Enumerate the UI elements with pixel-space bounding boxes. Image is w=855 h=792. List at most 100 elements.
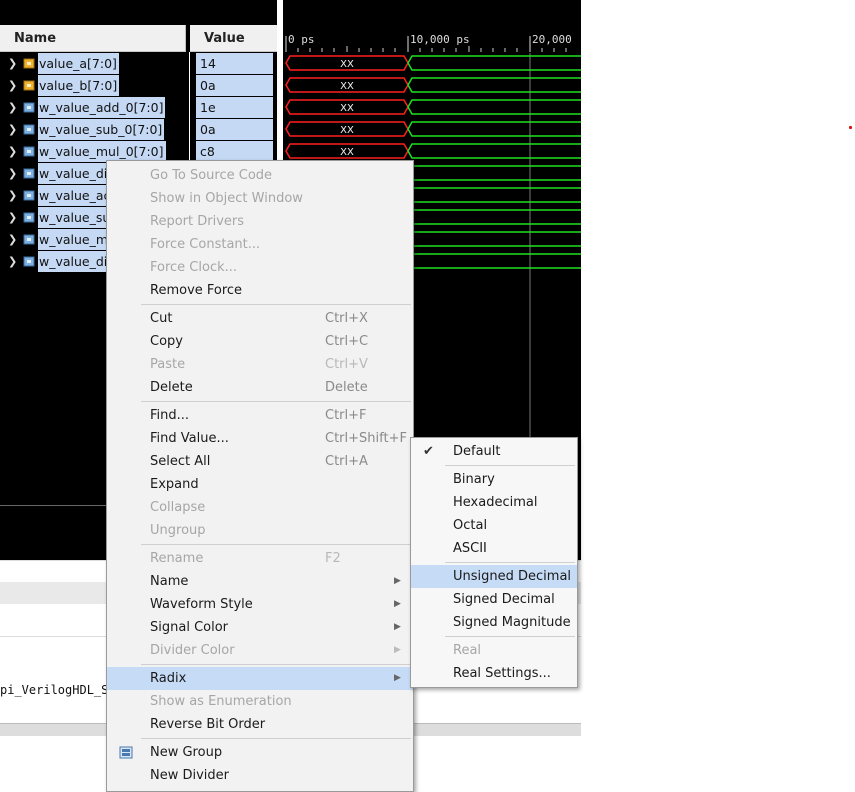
menu-item-label: Cut xyxy=(150,311,173,326)
chevron-right-icon[interactable]: ❯ xyxy=(8,207,17,229)
signal-name: w_value_di xyxy=(38,163,110,184)
wire-signal-icon xyxy=(23,168,35,179)
chevron-right-icon[interactable]: ❯ xyxy=(8,163,17,185)
signal-value[interactable]: 14 xyxy=(196,53,273,74)
menu-item-shortcut: F2 xyxy=(325,551,341,566)
radix-item-label: Unsigned Decimal xyxy=(453,569,572,584)
menu-item-paste[interactable]: Paste Ctrl+V xyxy=(107,353,413,376)
menu-item-reverse-bit-order[interactable]: Reverse Bit Order xyxy=(107,713,413,736)
menu-item-cut[interactable]: Cut Ctrl+X xyxy=(107,307,413,330)
radix-item-signed-magnitude[interactable]: Signed Magnitude xyxy=(411,611,577,634)
valid-bus-segment[interactable] xyxy=(407,55,581,71)
menu-item-delete[interactable]: Delete Delete xyxy=(107,376,413,399)
valid-bus-segment[interactable] xyxy=(407,121,581,137)
menu-item-shortcut: Ctrl+A xyxy=(325,454,368,469)
menu-item-label: Force Clock... xyxy=(150,260,238,275)
red-dot xyxy=(849,126,852,129)
signal-row[interactable]: ❯ value_b[7:0] xyxy=(0,75,189,97)
time-label: 10,000 ps xyxy=(410,33,470,46)
menu-item-rename[interactable]: Rename F2 xyxy=(107,547,413,570)
menu-item-label: Rename xyxy=(150,551,204,566)
signal-value[interactable]: 1e xyxy=(196,97,273,118)
context-menu[interactable]: Go To Source Code Show in Object Window … xyxy=(106,160,414,792)
menu-item-label: Reverse Bit Order xyxy=(150,717,266,732)
wire-signal-icon xyxy=(23,124,35,135)
chevron-right-icon[interactable]: ❯ xyxy=(8,75,17,97)
menu-separator xyxy=(141,664,411,665)
menu-item-select-all[interactable]: Select All Ctrl+A xyxy=(107,450,413,473)
submenu-arrow-icon: ▶ xyxy=(394,576,401,586)
chevron-right-icon[interactable]: ❯ xyxy=(8,251,17,273)
menu-item-shortcut: Ctrl+C xyxy=(325,334,369,349)
menu-separator xyxy=(141,304,411,305)
menu-item-find-value[interactable]: Find Value... Ctrl+Shift+F xyxy=(107,427,413,450)
menu-item-go-to-source[interactable]: Go To Source Code xyxy=(107,164,413,187)
chevron-right-icon[interactable]: ❯ xyxy=(8,97,17,119)
menu-item-report-drivers[interactable]: Report Drivers xyxy=(107,210,413,233)
menu-item-radix[interactable]: Radix ▶ xyxy=(107,667,413,690)
menu-item-force-constant[interactable]: Force Constant... xyxy=(107,233,413,256)
bus-value-label: XX xyxy=(340,59,354,70)
menu-item-copy[interactable]: Copy Ctrl+C xyxy=(107,330,413,353)
time-ruler[interactable]: 0 ps 10,000 ps 20,000 xyxy=(285,33,572,52)
valid-bus-segment[interactable] xyxy=(407,143,581,159)
menu-item-collapse[interactable]: Collapse xyxy=(107,496,413,519)
menu-item-expand[interactable]: Expand xyxy=(107,473,413,496)
radix-item-label: Hexadecimal xyxy=(453,495,538,510)
chevron-right-icon[interactable]: ❯ xyxy=(8,229,17,251)
signal-value[interactable]: 0a xyxy=(196,119,273,140)
radix-item-label: Default xyxy=(453,444,501,459)
radix-item-hexadecimal[interactable]: Hexadecimal xyxy=(411,491,577,514)
radix-item-real[interactable]: Real xyxy=(411,639,577,662)
signal-value[interactable]: c8 xyxy=(196,141,273,162)
name-column-header[interactable]: Name xyxy=(0,25,186,52)
menu-item-show-in-object-window[interactable]: Show in Object Window xyxy=(107,187,413,210)
signal-name: w_value_add_0[7:0] xyxy=(38,97,166,118)
menu-item-label: Ungroup xyxy=(150,523,206,538)
radix-item-binary[interactable]: Binary xyxy=(411,468,577,491)
radix-item-ascii[interactable]: ASCII xyxy=(411,537,577,560)
menu-separator xyxy=(445,636,575,637)
menu-item-label: Remove Force xyxy=(150,283,243,298)
chevron-right-icon[interactable]: ❯ xyxy=(8,53,17,75)
radix-item-signed-decimal[interactable]: Signed Decimal xyxy=(411,588,577,611)
valid-bus-segment[interactable] xyxy=(407,99,581,115)
menu-separator xyxy=(141,401,411,402)
menu-item-label: Find... xyxy=(150,408,190,423)
radix-item-octal[interactable]: Octal xyxy=(411,514,577,537)
menu-item-signal-color[interactable]: Signal Color ▶ xyxy=(107,616,413,639)
radix-item-label: ASCII xyxy=(453,541,487,556)
signal-value[interactable]: 0a xyxy=(196,75,273,96)
valid-bus-segment[interactable] xyxy=(407,77,581,93)
radix-submenu[interactable]: ✔ Default Binary Hexadecimal Octal ASCII… xyxy=(410,437,578,688)
menu-item-waveform-style[interactable]: Waveform Style ▶ xyxy=(107,593,413,616)
menu-item-show-as-enumeration[interactable]: Show as Enumeration xyxy=(107,690,413,713)
menu-item-label: Signal Color xyxy=(150,620,229,635)
menu-item-shortcut: Ctrl+V xyxy=(325,357,368,372)
menu-item-new-divider[interactable]: New Divider xyxy=(107,764,413,787)
radix-item-unsigned-decimal[interactable]: Unsigned Decimal xyxy=(411,565,577,588)
menu-item-ungroup[interactable]: Ungroup xyxy=(107,519,413,542)
time-label: 0 ps xyxy=(288,33,315,46)
radix-item-real-settings[interactable]: Real Settings... xyxy=(411,662,577,685)
radix-item-label: Real xyxy=(453,643,482,658)
signal-row[interactable]: ❯ w_value_add_0[7:0] xyxy=(0,97,189,119)
chevron-right-icon[interactable]: ❯ xyxy=(8,185,17,207)
radix-item-default[interactable]: ✔ Default xyxy=(411,440,577,463)
menu-item-divider-color[interactable]: Divider Color ▶ xyxy=(107,639,413,662)
menu-item-shortcut: Ctrl+F xyxy=(325,408,367,423)
value-column-header[interactable]: Value xyxy=(190,25,277,52)
menu-item-label: Find Value... xyxy=(150,431,229,446)
chevron-right-icon[interactable]: ❯ xyxy=(8,119,17,141)
menu-item-new-group[interactable]: New Group xyxy=(107,741,413,764)
signal-row[interactable]: ❯ value_a[7:0] xyxy=(0,53,189,75)
signal-row[interactable]: ❯ w_value_sub_0[7:0] xyxy=(0,119,189,141)
menu-item-force-clock[interactable]: Force Clock... xyxy=(107,256,413,279)
menu-item-name[interactable]: Name ▶ xyxy=(107,570,413,593)
wire-signal-icon xyxy=(23,102,35,113)
menu-item-remove-force[interactable]: Remove Force xyxy=(107,279,413,302)
chevron-right-icon[interactable]: ❯ xyxy=(8,141,17,163)
menu-item-find[interactable]: Find... Ctrl+F xyxy=(107,404,413,427)
radix-item-label: Signed Magnitude xyxy=(453,615,571,630)
menu-separator xyxy=(445,562,575,563)
